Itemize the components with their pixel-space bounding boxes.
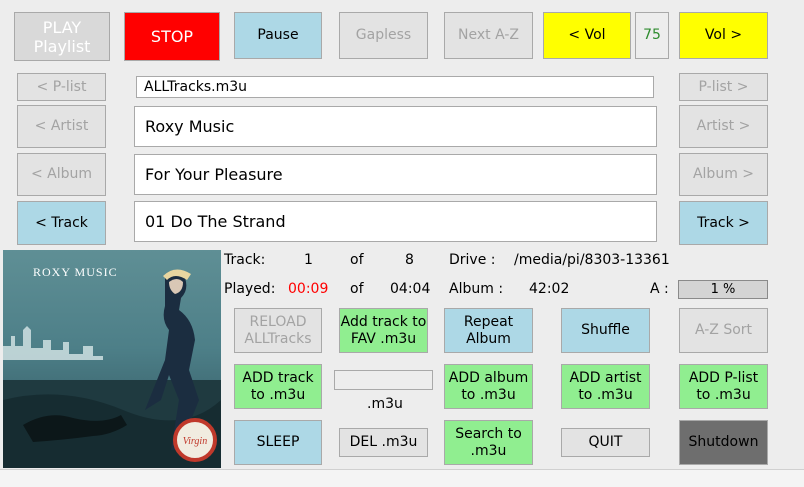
background-window-strip bbox=[0, 469, 804, 487]
played-label: Played: bbox=[224, 281, 276, 297]
progress-display: 1 % bbox=[678, 280, 768, 299]
shuffle-button[interactable]: Shuffle bbox=[561, 308, 650, 353]
quit-button[interactable]: QUIT bbox=[561, 428, 650, 457]
prev-playlist-button[interactable]: < P-list bbox=[17, 73, 106, 101]
repeat-album-button[interactable]: Repeat Album bbox=[444, 308, 533, 353]
prev-track-button[interactable]: < Track bbox=[17, 201, 106, 245]
album-length-label: Album : bbox=[449, 281, 504, 297]
track-of-label: of bbox=[350, 252, 364, 268]
track-field[interactable]: 01 Do The Strand bbox=[134, 201, 657, 242]
m3u-suffix-label: .m3u bbox=[367, 396, 403, 412]
stop-button[interactable]: STOP bbox=[124, 12, 220, 61]
track-number: 1 bbox=[304, 252, 313, 268]
playlist-field[interactable]: ALLTracks.m3u bbox=[136, 76, 654, 98]
next-playlist-button[interactable]: P-list > bbox=[679, 73, 768, 101]
album-cover-art: ROXY MUSIC Virgin bbox=[3, 250, 221, 468]
delete-m3u-button[interactable]: DEL .m3u bbox=[339, 428, 428, 457]
track-label: Track: bbox=[224, 252, 266, 268]
gapless-button[interactable]: Gapless bbox=[339, 12, 428, 59]
drive-path: /media/pi/8303-13361 bbox=[514, 252, 670, 268]
pause-button[interactable]: Pause bbox=[234, 12, 322, 59]
next-album-button[interactable]: Album > bbox=[679, 153, 768, 196]
search-to-m3u-button[interactable]: Search to .m3u bbox=[444, 420, 533, 465]
artist-field[interactable]: Roxy Music bbox=[134, 106, 657, 147]
cover-band-text: ROXY MUSIC bbox=[33, 265, 118, 279]
add-track-m3u-button[interactable]: ADD track to .m3u bbox=[234, 364, 322, 409]
add-artist-m3u-button[interactable]: ADD artist to .m3u bbox=[561, 364, 650, 409]
album-cover-image: ROXY MUSIC Virgin bbox=[3, 250, 221, 468]
m3u-name-input[interactable] bbox=[334, 370, 433, 390]
volume-level: 75 bbox=[635, 12, 669, 59]
shutdown-button[interactable]: Shutdown bbox=[679, 420, 768, 465]
next-track-button[interactable]: Track > bbox=[679, 201, 768, 245]
sleep-button[interactable]: SLEEP bbox=[234, 420, 322, 465]
album-field[interactable]: For Your Pleasure bbox=[134, 154, 657, 195]
play-playlist-button[interactable]: PLAY Playlist bbox=[14, 12, 110, 61]
prev-artist-button[interactable]: < Artist bbox=[17, 105, 106, 148]
cover-badge-text: Virgin bbox=[183, 436, 207, 447]
next-artist-button[interactable]: Artist > bbox=[679, 105, 768, 148]
prev-album-button[interactable]: < Album bbox=[17, 153, 106, 196]
add-playlist-m3u-button[interactable]: ADD P-list to .m3u bbox=[679, 364, 768, 409]
next-a-z-button[interactable]: Next A-Z bbox=[444, 12, 533, 59]
played-time: 00:09 bbox=[288, 281, 329, 297]
album-length: 42:02 bbox=[529, 281, 570, 297]
add-track-fav-button[interactable]: Add track to FAV .m3u bbox=[339, 308, 428, 353]
a-z-sort-button[interactable]: A-Z Sort bbox=[679, 308, 768, 353]
reload-alltracks-button[interactable]: RELOAD ALLTracks bbox=[234, 308, 322, 353]
drive-label: Drive : bbox=[449, 252, 496, 268]
track-total: 8 bbox=[405, 252, 414, 268]
a-label: A : bbox=[650, 281, 669, 297]
volume-down-button[interactable]: < Vol bbox=[543, 12, 631, 59]
volume-up-button[interactable]: Vol > bbox=[679, 12, 768, 59]
track-length: 04:04 bbox=[390, 281, 431, 297]
played-of-label: of bbox=[350, 281, 364, 297]
add-album-m3u-button[interactable]: ADD album to .m3u bbox=[444, 364, 533, 409]
